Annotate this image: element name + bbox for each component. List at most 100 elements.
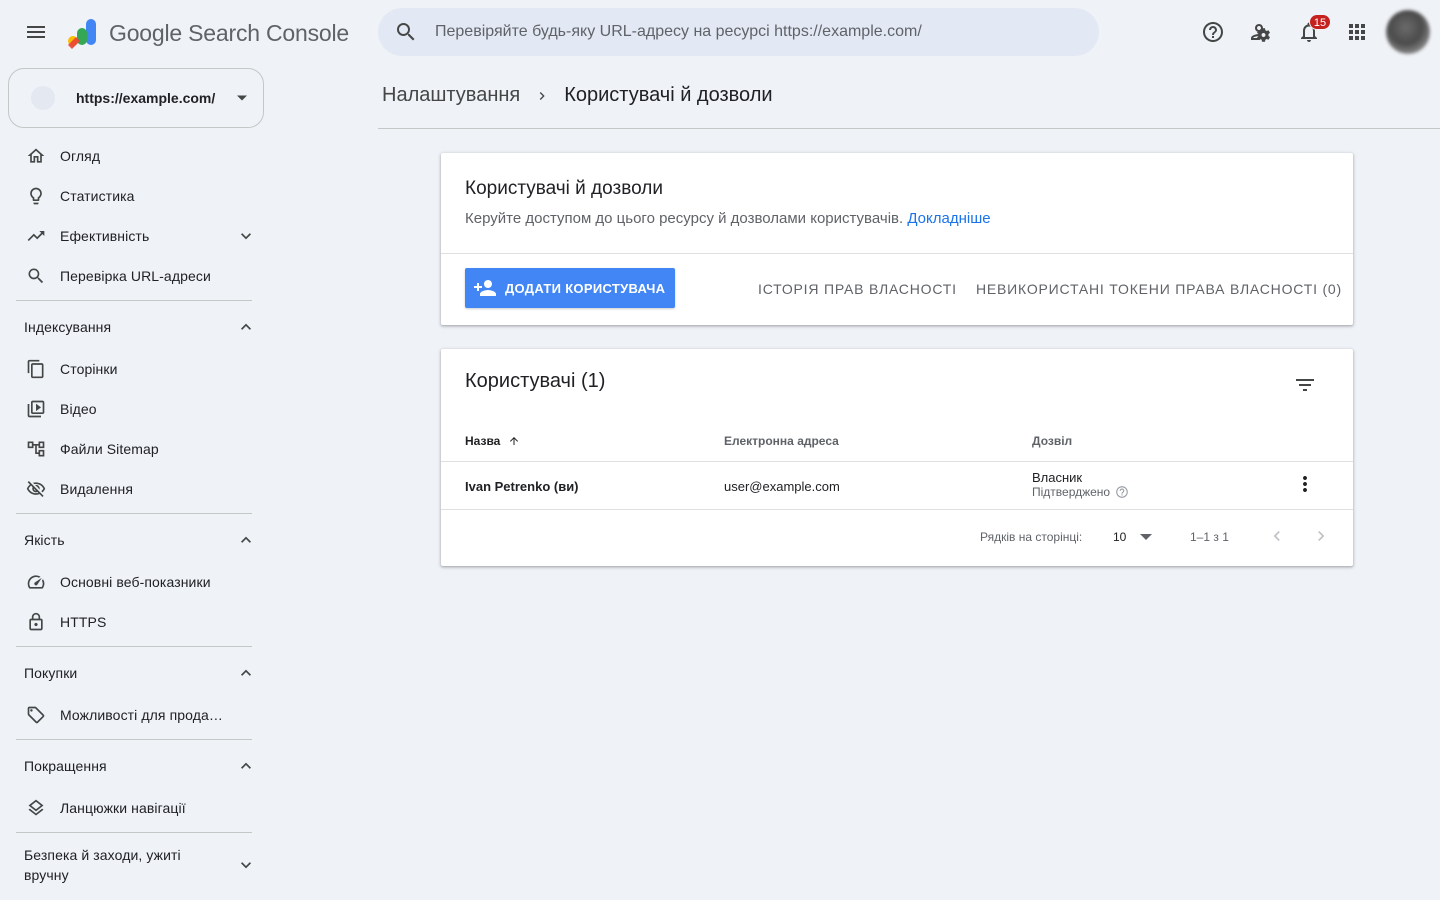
chevron-right-icon [539, 91, 545, 100]
sidebar-section-enhancements[interactable]: Покращення [0, 744, 268, 788]
sidebar-item-overview[interactable]: Огляд [0, 136, 268, 176]
sidebar-section-experience[interactable]: Якість [0, 518, 268, 562]
more-vert-icon [1303, 476, 1307, 492]
sidebar-nav: Огляд Статистика Ефективність Перевірка … [0, 136, 268, 893]
url-inspection-search[interactable] [378, 8, 1099, 56]
main-menu-button[interactable] [16, 12, 56, 52]
sidebar-item-breadcrumbs[interactable]: Ланцюжки навігації [0, 788, 268, 828]
pagination-range: 1–1 з 1 [1190, 530, 1229, 544]
sidebar-divider [16, 300, 252, 301]
chevron-down-icon [241, 233, 251, 240]
trending-up-icon [27, 231, 45, 241]
sitemap-icon [27, 441, 45, 457]
users-permissions-card: Користувачі й дозволи Керуйте доступом д… [441, 153, 1353, 325]
verification-status-label: Підтверджено [1032, 485, 1111, 499]
card-title: Користувачі й дозволи [465, 178, 663, 199]
apps-grid-icon [1349, 24, 1365, 40]
page-title: Користувачі й дозволи [564, 84, 773, 106]
sidebar-item-merchant-listings[interactable]: Можливості для прода… [0, 695, 268, 735]
users-table-title: Користувачі (1) [465, 370, 606, 392]
sidebar-divider [16, 513, 252, 514]
account-avatar[interactable] [1386, 10, 1430, 54]
search-icon [28, 268, 44, 284]
table-header-divider [441, 461, 1353, 462]
help-button[interactable] [1193, 12, 1233, 52]
user-permission: Власник [1032, 470, 1083, 485]
chevron-left-icon [1273, 531, 1280, 541]
manage-accounts-icon [1251, 24, 1270, 42]
card-description-text: Керуйте доступом до цього ресурсу й дозв… [465, 210, 904, 227]
breadcrumb-settings-link[interactable]: Налаштування [382, 84, 520, 107]
sidebar-item-core-web-vitals[interactable]: Основні веб-показники [0, 562, 268, 602]
column-header-email[interactable]: Електронна адреса [724, 434, 839, 448]
apps-button[interactable] [1337, 12, 1377, 52]
breadcrumb: Налаштування Користувачі й дозволи [382, 84, 773, 107]
sidebar-item-url-inspection[interactable]: Перевірка URL-адреси [0, 256, 268, 296]
sidebar-section-security[interactable]: Безпека й заходи, ужиті вручну [0, 837, 268, 893]
users-table-card: Користувачі (1) Назва Електронна адреса … [441, 349, 1353, 566]
dropdown-arrow-icon [1140, 534, 1153, 540]
ownership-history-button[interactable]: ІСТОРІЯ ПРАВ ВЛАСНОСТІ [758, 281, 957, 297]
help-outline-icon[interactable] [1115, 485, 1129, 499]
user-name: Ivan Petrenko (ви) [465, 479, 579, 494]
verification-status: Підтверджено [1032, 485, 1129, 499]
card-divider [441, 253, 1353, 254]
chevron-right-icon [1318, 531, 1325, 541]
rows-per-page-select[interactable]: 10 [1113, 526, 1157, 548]
filter-button[interactable] [1285, 365, 1325, 405]
filter-list-icon [1296, 379, 1314, 391]
property-url: https://example.com/ [76, 90, 216, 106]
header-divider [378, 128, 1440, 129]
sidebar-item-sitemaps[interactable]: Файли Sitemap [0, 429, 268, 469]
account-settings-button[interactable] [1241, 12, 1281, 52]
sidebar-item-video[interactable]: Відео [0, 389, 268, 429]
user-email: user@example.com [724, 479, 840, 494]
search-console-logo[interactable]: Google Search Console [66, 16, 349, 50]
sidebar-item-removals[interactable]: Видалення [0, 469, 268, 509]
add-user-label: ДОДАТИ КОРИСТУВАЧА [505, 280, 666, 296]
sidebar-divider [16, 832, 252, 833]
pages-icon [27, 359, 44, 379]
lightbulb-icon [30, 187, 42, 205]
help-icon [1203, 22, 1223, 42]
lock-icon [29, 612, 43, 631]
unused-tokens-button[interactable]: НЕВИКОРИСТАНІ ТОКЕНИ ПРАВА ВЛАСНОСТІ (0) [976, 281, 1342, 297]
search-input[interactable] [435, 23, 1075, 41]
rows-per-page-label: Рядків на сторінці: [980, 530, 1083, 544]
sidebar-item-pages[interactable]: Сторінки [0, 349, 268, 389]
column-header-name[interactable]: Назва [465, 434, 520, 448]
next-page-button[interactable] [1309, 524, 1333, 548]
column-header-permission-label: Дозвіл [1032, 434, 1073, 448]
app-title: Google Search Console [109, 19, 350, 46]
sidebar-item-performance[interactable]: Ефективність [0, 216, 268, 256]
notifications-badge: 15 [1309, 14, 1331, 30]
sidebar-item-https[interactable]: HTTPS [0, 602, 268, 642]
top-app-bar: Google Search Console 15 [0, 0, 1440, 64]
learn-more-link[interactable]: Докладніше [907, 210, 990, 227]
home-icon [27, 148, 45, 163]
search-icon [397, 23, 415, 41]
sidebar-item-insights[interactable]: Статистика [0, 176, 268, 216]
table-row-divider [441, 509, 1353, 510]
notifications-button[interactable]: 15 [1289, 12, 1331, 52]
person-add-icon [474, 280, 496, 296]
sidebar-section-indexing[interactable]: Індексування [0, 305, 268, 349]
previous-page-button[interactable] [1265, 524, 1289, 548]
sidebar-section-shopping[interactable]: Покупки [0, 651, 268, 695]
column-header-permission[interactable]: Дозвіл [1032, 434, 1072, 448]
column-header-name-label: Назва [465, 434, 501, 448]
property-selector[interactable]: https://example.com/ [8, 68, 264, 128]
row-more-actions-button[interactable] [1285, 464, 1325, 504]
search-console-logo-icon [68, 19, 96, 49]
chevron-up-icon [241, 323, 251, 330]
dropdown-arrow-icon [237, 95, 247, 101]
speed-icon [27, 575, 45, 589]
video-icon [27, 400, 45, 418]
property-favicon [31, 86, 55, 110]
tag-icon [27, 706, 45, 724]
chevron-down-icon [241, 862, 251, 869]
add-user-button[interactable]: ДОДАТИ КОРИСТУВАЧА [465, 268, 675, 308]
card-description: Керуйте доступом до цього ресурсу й дозв… [465, 210, 991, 227]
chevron-up-icon [241, 762, 251, 769]
column-header-email-label: Електронна адреса [724, 434, 839, 448]
